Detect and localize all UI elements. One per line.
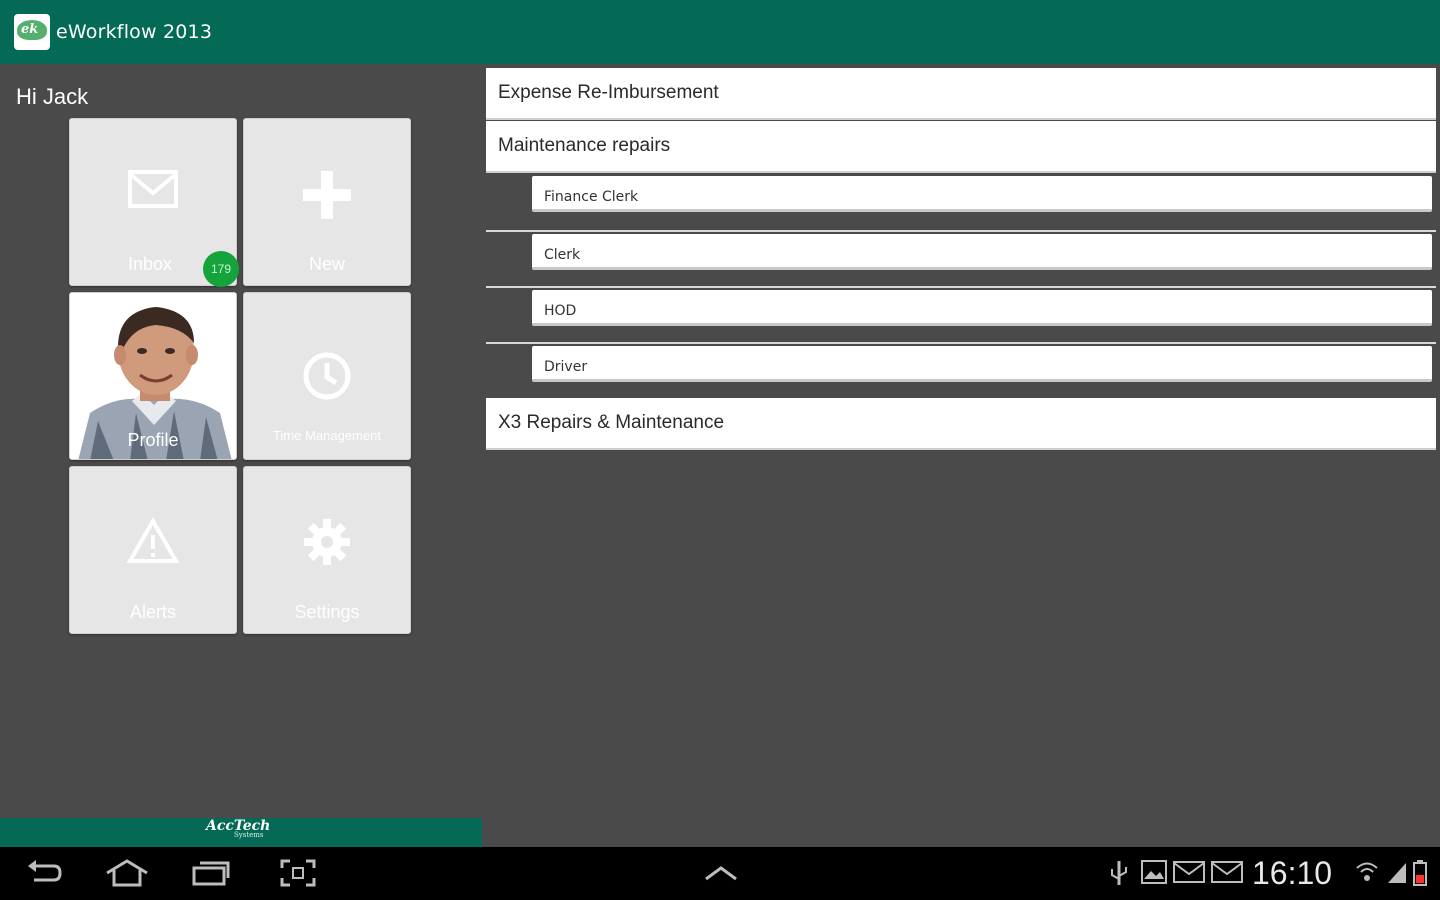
time-management-tile[interactable]: Time Management: [243, 292, 411, 460]
usb-icon: [1108, 859, 1130, 891]
workflow-subitem-row: Finance Clerk: [486, 176, 1436, 232]
greeting: Hi Jack: [16, 84, 89, 109]
workflow-subitem[interactable]: Clerk: [532, 234, 1432, 270]
settings-tile[interactable]: Settings: [243, 466, 411, 634]
alerts-tile[interactable]: Alerts: [69, 466, 237, 634]
wifi-icon: [1354, 859, 1380, 889]
back-icon[interactable]: [22, 855, 66, 891]
warning-icon: [70, 517, 236, 587]
brand-footer: AccTech Systems: [0, 818, 482, 848]
workflow-subitem-row: HOD: [486, 286, 1436, 342]
status-clock: 16:10: [1252, 855, 1333, 891]
email-icon: [1172, 859, 1208, 889]
gallery-icon: [1140, 859, 1168, 889]
action-bar: ek eWorkflow 2013: [0, 0, 1440, 64]
inbox-tile[interactable]: Inbox 179: [69, 118, 239, 287]
workflow-item[interactable]: Maintenance repairs: [486, 121, 1436, 173]
alerts-label: Alerts: [129, 602, 176, 622]
new-label: New: [308, 254, 345, 274]
battery-icon: [1412, 859, 1428, 891]
workflow-item[interactable]: Expense Re-Imbursement: [486, 68, 1436, 120]
email-icon: [1210, 859, 1246, 889]
app-logo-icon[interactable]: ek: [14, 14, 50, 50]
settings-label: Settings: [294, 602, 360, 622]
workflow-subitem[interactable]: Driver: [532, 346, 1432, 382]
logo-text: ek: [21, 22, 39, 37]
workflow-list: Expense Re-Imbursement Maintenance repai…: [486, 64, 1436, 818]
divider: [486, 342, 1436, 344]
gear-icon: [244, 517, 410, 587]
divider: [486, 286, 1436, 288]
acctech-logo: AccTech Systems: [206, 818, 270, 848]
plus-icon: [244, 169, 410, 239]
screenshot-icon[interactable]: [276, 855, 320, 891]
app-root: ek eWorkflow 2013 Hi Jack Inbox 179 New: [0, 0, 1440, 900]
workflow-item[interactable]: X3 Repairs & Maintenance: [486, 398, 1436, 450]
dashboard-panel: Hi Jack Inbox 179 New Profile Time Manag…: [0, 64, 482, 848]
workflow-subitem-row: Clerk: [486, 230, 1436, 286]
time-management-label: Time Management: [273, 428, 381, 443]
new-tile[interactable]: New: [243, 118, 411, 286]
clock-icon: [244, 351, 410, 421]
signal-icon: [1386, 859, 1408, 889]
profile-label: Profile: [127, 430, 179, 450]
profile-tile[interactable]: Profile: [69, 292, 237, 460]
chevron-up-icon[interactable]: [700, 855, 742, 891]
recent-apps-icon[interactable]: [188, 855, 234, 891]
app-title: eWorkflow 2013: [56, 21, 213, 43]
home-icon[interactable]: [102, 855, 152, 891]
workflow-subitem[interactable]: Finance Clerk: [532, 176, 1432, 212]
divider: [486, 230, 1436, 232]
inbox-count-badge: 179: [203, 251, 239, 287]
workflow-subitem[interactable]: HOD: [532, 290, 1432, 326]
workflow-subitem-row: Driver: [486, 342, 1436, 398]
envelope-icon: [70, 169, 236, 239]
system-bar: 16:10: [0, 847, 1440, 900]
